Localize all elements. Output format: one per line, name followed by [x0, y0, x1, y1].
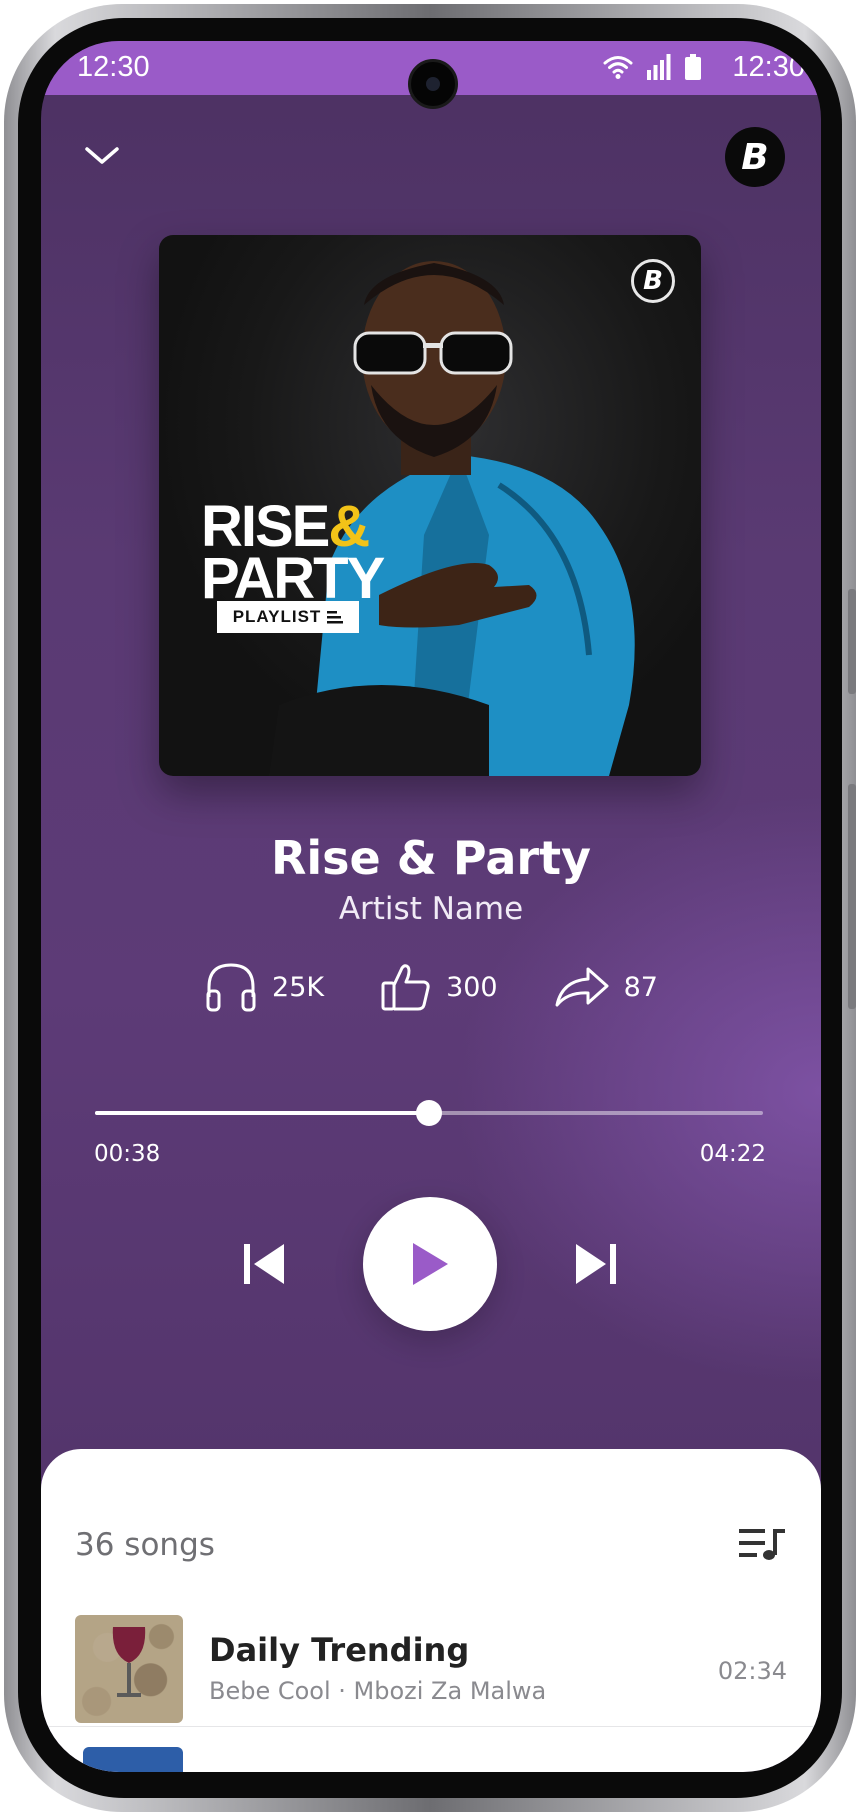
chevron-down-icon [85, 147, 119, 164]
next-button[interactable] [561, 1229, 631, 1299]
collapse-player-button[interactable] [77, 131, 127, 181]
progress-fill [95, 1111, 429, 1115]
song-list-item[interactable]: Daily Trending Bebe Cool · Mbozi Za Malw… [41, 1615, 821, 1727]
share-icon [555, 967, 609, 1007]
wine-glass-icon [112, 1627, 146, 1697]
camera-cutout [408, 59, 458, 109]
song-title: Daily Trending [209, 1631, 470, 1669]
cover-title-party: PARTY [201, 546, 385, 612]
next-song-thumbnail [83, 1747, 183, 1772]
previous-button[interactable] [229, 1229, 299, 1299]
brand-logo[interactable]: B [725, 127, 785, 187]
songs-count: 36 songs [75, 1527, 215, 1563]
song-duration: 02:34 [717, 1657, 787, 1685]
playlist-icon [327, 611, 344, 624]
skip-previous-icon [244, 1244, 284, 1284]
time-total: 04:22 [699, 1141, 766, 1167]
wifi-icon [603, 56, 633, 79]
listens-count: 25K [272, 971, 325, 1003]
time-elapsed: 00:38 [94, 1141, 161, 1167]
player-screen: 12:30 12:30 B B RISE& PARTY PLAYLIST Ris… [41, 41, 821, 1772]
track-title: Rise & Party [270, 831, 592, 885]
progress-thumb[interactable] [416, 1100, 442, 1126]
skip-next-icon [576, 1244, 616, 1284]
signal-icon [647, 54, 671, 80]
listens-stat: 25K [204, 961, 324, 1013]
play-button[interactable] [363, 1197, 497, 1331]
progress-bar[interactable] [95, 1100, 763, 1126]
cover-title: RISE& PARTY [201, 498, 385, 612]
likes-stat[interactable]: 300 [380, 961, 498, 1013]
track-artist[interactable]: Artist Name [41, 891, 821, 927]
song-thumbnail [75, 1615, 183, 1723]
track-stats: 25K 300 87 [41, 961, 821, 1013]
shares-count: 87 [623, 971, 658, 1003]
likes-count: 300 [446, 971, 498, 1003]
battery-icon [685, 54, 701, 80]
cover-tag: PLAYLIST [217, 601, 359, 633]
queue-music-icon[interactable] [737, 1523, 787, 1565]
status-time: 12:30 [77, 51, 150, 83]
volume-button [848, 784, 856, 1009]
thumbs-up-icon [381, 964, 430, 1011]
status-time-right: 12:30 [732, 51, 805, 83]
power-button [848, 589, 856, 694]
cover-tag-label: PLAYLIST [232, 607, 322, 626]
song-meta: Bebe Cool · Mbozi Za Malwa [209, 1677, 547, 1705]
songs-sheet[interactable]: 36 songs Daily Trending Bebe Cool · Mboz… [41, 1449, 821, 1772]
play-icon [413, 1243, 448, 1285]
album-cover: B RISE& PARTY PLAYLIST [159, 235, 701, 776]
headphones-icon [206, 963, 256, 1012]
shares-stat[interactable]: 87 [554, 961, 658, 1013]
cover-badge: B [631, 259, 675, 303]
status-icons [603, 54, 701, 80]
